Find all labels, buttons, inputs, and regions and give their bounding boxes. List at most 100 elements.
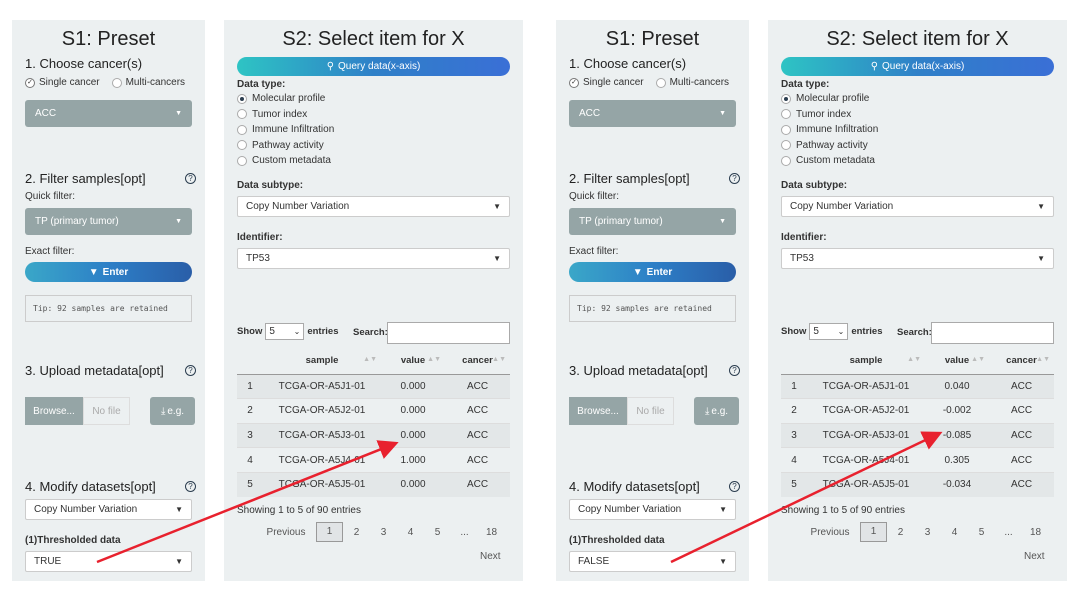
caret-down-icon: ▼ <box>175 218 182 225</box>
radio[interactable] <box>237 155 247 166</box>
page-button[interactable]: 18 <box>1022 527 1049 538</box>
data-subtype-label: Data subtype: <box>237 180 304 191</box>
quick-filter-select[interactable]: TP (primary tumor) ▼ <box>25 208 192 235</box>
next-button[interactable]: Next <box>1024 551 1045 562</box>
dataset-select[interactable]: Copy Number Variation ▼ <box>569 499 736 520</box>
search-input[interactable] <box>931 322 1054 344</box>
data-type-option[interactable]: Immune Infiltration <box>237 122 334 138</box>
column-header[interactable]: cancer ▲▼ <box>989 347 1054 375</box>
data-type-option[interactable]: Molecular profile <box>781 91 878 107</box>
cancer-select[interactable]: ACC ▼ <box>569 100 736 127</box>
show-entries: Show 5 ⌄ entries <box>237 323 339 340</box>
page-button[interactable]: 2 <box>343 527 370 538</box>
single-cancer-check-icon[interactable]: ✓ <box>25 77 35 88</box>
page-button[interactable]: 18 <box>478 527 505 538</box>
table-row[interactable]: 1 TCGA-OR-A5J1-01 0.040 ACC <box>781 373 1054 399</box>
data-type-option[interactable]: Custom metadata <box>781 153 878 169</box>
radio[interactable] <box>781 124 791 135</box>
data-type-option[interactable]: Molecular profile <box>237 91 334 107</box>
page-button[interactable]: 3 <box>914 527 941 538</box>
example-button[interactable]: ⤓ e.g. <box>150 397 195 425</box>
column-header[interactable]: value ▲▼ <box>381 347 445 375</box>
enter-button[interactable]: ▼ Enter <box>569 262 736 282</box>
data-type-option[interactable]: Tumor index <box>781 107 878 123</box>
table-row[interactable]: 5 TCGA-OR-A5J5-01 -0.034 ACC <box>781 471 1054 497</box>
help-icon[interactable]: ? <box>185 365 196 376</box>
multi-cancers-radio[interactable] <box>111 77 122 88</box>
table-info: Showing 1 to 5 of 90 entries <box>781 505 905 516</box>
browse-button[interactable]: Browse... <box>25 397 83 425</box>
table-row[interactable]: 5 TCGA-OR-A5J5-01 0.000 ACC <box>237 471 510 497</box>
query-data-button[interactable]: ⚲ Query data(x-axis) <box>781 57 1054 76</box>
radio[interactable] <box>781 155 791 166</box>
dataset-select[interactable]: Copy Number Variation ▼ <box>25 499 192 520</box>
radio[interactable] <box>781 140 791 151</box>
data-subtype-select[interactable]: Copy Number Variation ▼ <box>237 196 510 217</box>
radio-selected[interactable] <box>237 93 247 104</box>
page-button[interactable]: 5 <box>424 527 451 538</box>
table-row[interactable]: 3 TCGA-OR-A5J3-01 0.000 ACC <box>237 422 510 448</box>
radio[interactable] <box>781 109 791 120</box>
upload-metadata-heading: 3. Upload metadata[opt] <box>25 363 164 378</box>
help-icon[interactable]: ? <box>185 481 196 492</box>
radio[interactable] <box>237 124 247 135</box>
thresholded-select[interactable]: FALSE ▼ <box>569 551 736 572</box>
identifier-select[interactable]: TP53 ▼ <box>781 248 1054 269</box>
column-header[interactable]: sample ▲▼ <box>263 347 381 375</box>
page-button-current[interactable]: 1 <box>316 522 343 542</box>
page-button[interactable]: 4 <box>397 527 424 538</box>
table-row[interactable]: 4 TCGA-OR-A5J4-01 1.000 ACC <box>237 447 510 473</box>
page-button[interactable]: 2 <box>887 527 914 538</box>
column-header[interactable]: sample ▲▼ <box>807 347 925 375</box>
enter-button[interactable]: ▼ Enter <box>25 262 192 282</box>
caret-down-icon: ▼ <box>493 254 501 263</box>
previous-button[interactable]: Previous <box>256 527 316 538</box>
page-length-select[interactable]: 5 ⌄ <box>265 323 305 340</box>
radio-selected[interactable] <box>781 93 791 104</box>
help-icon[interactable]: ? <box>729 365 740 376</box>
data-type-option[interactable]: Custom metadata <box>237 153 334 169</box>
data-type-option[interactable]: Pathway activity <box>781 138 878 154</box>
cancer-select[interactable]: ACC ▼ <box>25 100 192 127</box>
page-button[interactable]: 5 <box>968 527 995 538</box>
previous-button[interactable]: Previous <box>800 527 860 538</box>
table-row[interactable]: 3 TCGA-OR-A5J3-01 -0.085 ACC <box>781 422 1054 448</box>
example-button[interactable]: ⤓ e.g. <box>694 397 739 425</box>
table-row[interactable]: 2 TCGA-OR-A5J2-01 0.000 ACC <box>237 398 510 424</box>
quick-filter-select[interactable]: TP (primary tumor) ▼ <box>569 208 736 235</box>
table-row[interactable]: 1 TCGA-OR-A5J1-01 0.000 ACC <box>237 373 510 399</box>
data-subtype-select[interactable]: Copy Number Variation ▼ <box>781 196 1054 217</box>
single-cancer-check-icon[interactable]: ✓ <box>569 77 579 88</box>
help-icon[interactable]: ? <box>185 173 196 184</box>
radio[interactable] <box>237 109 247 120</box>
page-button-current[interactable]: 1 <box>860 522 887 542</box>
file-name-field[interactable]: No file <box>83 397 130 425</box>
column-header[interactable]: value ▲▼ <box>925 347 989 375</box>
table-row[interactable]: 4 TCGA-OR-A5J4-01 0.305 ACC <box>781 447 1054 473</box>
data-type-option[interactable]: Tumor index <box>237 107 334 123</box>
help-icon[interactable]: ? <box>729 481 740 492</box>
help-icon[interactable]: ? <box>729 173 740 184</box>
table-cell: 3 <box>781 422 807 448</box>
browse-button[interactable]: Browse... <box>569 397 627 425</box>
thresholded-select[interactable]: TRUE ▼ <box>25 551 192 572</box>
page-length-select[interactable]: 5 ⌄ <box>809 323 849 340</box>
sort-icon: ▲▼ <box>427 356 441 363</box>
file-name-field[interactable]: No file <box>627 397 674 425</box>
multi-cancers-radio[interactable] <box>655 77 666 88</box>
page-button[interactable]: 3 <box>370 527 397 538</box>
search-input[interactable] <box>387 322 510 344</box>
data-type-option[interactable]: Pathway activity <box>237 138 334 154</box>
table-row[interactable]: 2 TCGA-OR-A5J2-01 -0.002 ACC <box>781 398 1054 424</box>
query-data-button[interactable]: ⚲ Query data(x-axis) <box>237 57 510 76</box>
caret-down-icon: ▼ <box>719 218 726 225</box>
radio[interactable] <box>237 140 247 151</box>
sort-icon: ▲▼ <box>1036 356 1050 363</box>
data-type-option[interactable]: Immune Infiltration <box>781 122 878 138</box>
identifier-select[interactable]: TP53 ▼ <box>237 248 510 269</box>
page-button[interactable]: 4 <box>941 527 968 538</box>
table-cell: ACC <box>989 471 1054 497</box>
data-subtype-value: Copy Number Variation <box>790 201 894 212</box>
next-button[interactable]: Next <box>480 551 501 562</box>
column-header[interactable]: cancer ▲▼ <box>445 347 510 375</box>
